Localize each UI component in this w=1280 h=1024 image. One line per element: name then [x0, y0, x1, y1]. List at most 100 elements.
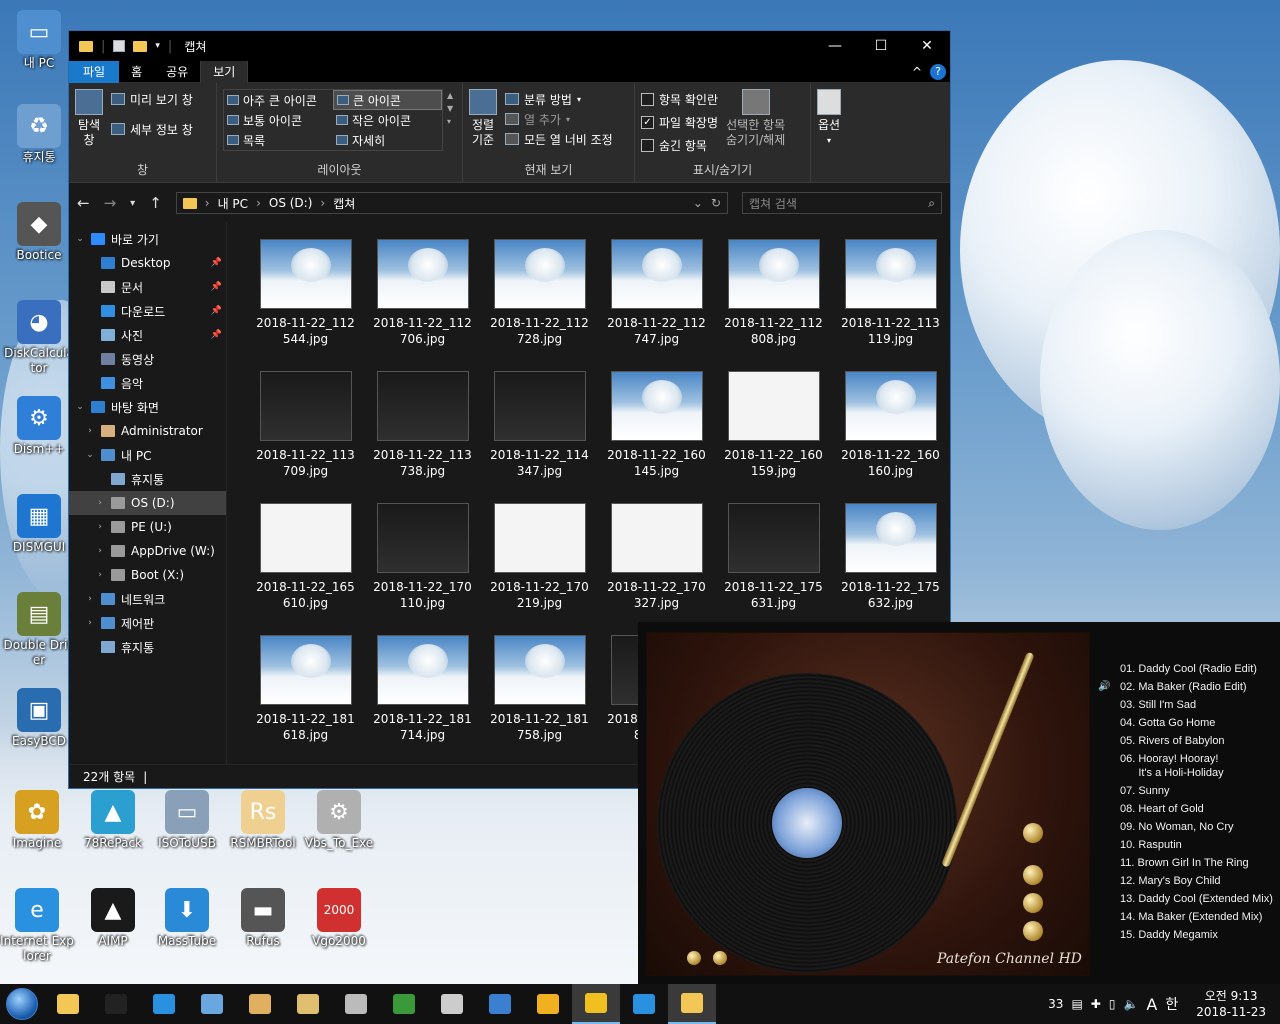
- chevron-down-icon[interactable]: ▾: [155, 41, 160, 51]
- file-item[interactable]: 2018-11-22_170219.jpg: [481, 503, 598, 635]
- chevron-right-icon[interactable]: ›: [95, 498, 105, 508]
- language-indicator[interactable]: A: [1146, 995, 1157, 1014]
- refresh-icon[interactable]: ↻: [711, 196, 721, 210]
- taskbar-button-screen[interactable]: [476, 984, 524, 1024]
- playlist-track[interactable]: 05. Rivers of Babylon: [1120, 732, 1276, 750]
- playlist-track[interactable]: 🔊 02. Ma Baker (Radio Edit): [1098, 678, 1276, 696]
- playlist-track[interactable]: 15. Daddy Megamix: [1120, 926, 1276, 944]
- taskbar-button-dism[interactable]: [380, 984, 428, 1024]
- playlist-track[interactable]: 09. No Woman, No Cry: [1120, 818, 1276, 836]
- item-checkbox-toggle[interactable]: 항목 확인란: [641, 89, 718, 109]
- volume-icon[interactable]: 🔈: [1123, 997, 1138, 1011]
- nav-item-문서[interactable]: 문서 📌: [69, 275, 226, 299]
- file-item[interactable]: 2018-11-22_160159.jpg: [715, 371, 832, 503]
- close-button[interactable]: ✕: [904, 31, 950, 61]
- chevron-down-icon[interactable]: ⌄: [85, 450, 95, 460]
- taskbar-button-bootice[interactable]: [332, 984, 380, 1024]
- playlist-track[interactable]: 03. Still I'm Sad: [1120, 696, 1276, 714]
- speed-knob-33[interactable]: [1023, 865, 1043, 885]
- power-knob[interactable]: [687, 951, 701, 965]
- nav-item-바탕-화면[interactable]: ⌄ 바탕 화면: [69, 395, 226, 419]
- title-bar[interactable]: | ▾ | 캡쳐 — ☐ ✕: [69, 31, 950, 61]
- address-bar[interactable]: › 내 PC › OS (D:) › 캡쳐 ⌄ ↻: [175, 192, 728, 214]
- breadcrumb-folder[interactable]: 캡쳐: [333, 195, 355, 212]
- usb-icon[interactable]: ▯: [1109, 997, 1116, 1011]
- desktop-icon-rufus[interactable]: ▬ Rufus: [226, 888, 300, 949]
- chevron-down-icon[interactable]: ⌄: [75, 402, 85, 412]
- add-column-button[interactable]: 열 추가 ▾: [505, 109, 613, 129]
- playlist-track[interactable]: 14. Ma Baker (Extended Mix): [1120, 908, 1276, 926]
- file-item[interactable]: 2018-11-22_175631.jpg: [715, 503, 832, 635]
- taskbar-button-player[interactable]: [572, 984, 620, 1024]
- extensions-checkbox[interactable]: ✓: [641, 115, 654, 129]
- options-button[interactable]: 옵션 ▾: [817, 89, 841, 148]
- security-icon[interactable]: ✚: [1091, 997, 1101, 1011]
- playlist-track[interactable]: 06. Hooray! Hooray! It's a Holi-Holiday: [1120, 750, 1276, 782]
- nav-item-사진[interactable]: 사진 📌: [69, 323, 226, 347]
- playlist-track[interactable]: 13. Daddy Cool (Extended Mix): [1120, 890, 1276, 908]
- file-item[interactable]: 2018-11-22_181758.jpg: [481, 635, 598, 767]
- preview-pane-button[interactable]: 미리 보기 창: [111, 89, 193, 109]
- layout-option-4[interactable]: 목록: [224, 130, 333, 150]
- taskbar-button-paint[interactable]: [236, 984, 284, 1024]
- speed-knob-78[interactable]: [1023, 921, 1043, 941]
- playlist-track[interactable]: 07. Sunny: [1120, 782, 1276, 800]
- volume-knob[interactable]: [1023, 823, 1043, 843]
- file-item[interactable]: 2018-11-22_175632.jpg: [832, 503, 949, 635]
- playlist-track[interactable]: 04. Gotta Go Home: [1120, 714, 1276, 732]
- playlist-track[interactable]: 11. Brown Girl In The Ring: [1120, 854, 1276, 872]
- tab-home[interactable]: 홈: [119, 61, 154, 83]
- taskbar-button-aimp[interactable]: [524, 984, 572, 1024]
- file-item[interactable]: 2018-11-22_160160.jpg: [832, 371, 949, 503]
- maximize-button[interactable]: ☐: [858, 31, 904, 61]
- chevron-right-icon[interactable]: ›: [95, 546, 105, 556]
- desktop-icon-double-driver[interactable]: ▤ Double Driver: [2, 592, 76, 668]
- taskbar-button-ie2[interactable]: [620, 984, 668, 1024]
- nav-item-다운로드[interactable]: 다운로드 📌: [69, 299, 226, 323]
- desktop-icon-78repack[interactable]: ▲ 78RePack: [76, 790, 150, 851]
- nav-item-제어판[interactable]: › 제어판: [69, 611, 226, 635]
- desktop-icon-dism[interactable]: ⚙ Dism++: [2, 396, 76, 457]
- file-item[interactable]: 2018-11-22_113709.jpg: [247, 371, 364, 503]
- taskbar-button-ie[interactable]: [140, 984, 188, 1024]
- file-item[interactable]: 2018-11-22_112808.jpg: [715, 239, 832, 371]
- nav-item-내-pc[interactable]: ⌄ 내 PC: [69, 443, 226, 467]
- tab-share[interactable]: 공유: [154, 61, 200, 83]
- start-button[interactable]: [0, 984, 44, 1024]
- ime-indicator[interactable]: 한: [1165, 994, 1178, 1014]
- desktop-icon-rsmbrtool[interactable]: Rs RSMBRTool: [226, 790, 300, 851]
- up-button[interactable]: ↑: [149, 194, 162, 212]
- file-item[interactable]: 2018-11-22_165610.jpg: [247, 503, 364, 635]
- file-item[interactable]: 2018-11-22_112706.jpg: [364, 239, 481, 371]
- nav-item-administrator[interactable]: › Administrator: [69, 419, 226, 443]
- properties-icon[interactable]: [113, 40, 126, 52]
- sort-by-button[interactable]: 정렬 기준: [469, 89, 497, 149]
- file-item[interactable]: 2018-11-22_113119.jpg: [832, 239, 949, 371]
- minimize-button[interactable]: —: [812, 31, 858, 61]
- breadcrumb-this-pc[interactable]: 내 PC: [218, 195, 248, 212]
- tonearm[interactable]: [941, 651, 1035, 868]
- desktop-icon-휴지통[interactable]: ♻ 휴지통: [2, 104, 76, 165]
- layout-option-3[interactable]: 작은 아이콘: [333, 110, 442, 130]
- nav-item-휴지통[interactable]: 휴지통: [69, 635, 226, 659]
- nav-item-pe-u[interactable]: › PE (U:): [69, 515, 226, 539]
- speed-knob-45[interactable]: [1023, 893, 1043, 913]
- desktop-icon-bootice[interactable]: ◆ Bootice: [2, 202, 76, 263]
- nav-item-os-d[interactable]: › OS (D:): [69, 491, 226, 515]
- layout-option-0[interactable]: 아주 큰 아이콘: [224, 90, 333, 110]
- nav-item-boot-x[interactable]: › Boot (X:): [69, 563, 226, 587]
- chevron-right-icon[interactable]: ›: [85, 618, 95, 628]
- file-item[interactable]: 2018-11-22_112728.jpg: [481, 239, 598, 371]
- extensions-toggle[interactable]: ✓ 파일 확장명: [641, 112, 718, 132]
- clock[interactable]: 오전 9:13 2018-11-23: [1196, 988, 1266, 1020]
- desktop-icon-internet-explorer[interactable]: e Internet Explorer: [0, 888, 74, 964]
- taskbar-button-rsmbr[interactable]: [284, 984, 332, 1024]
- desktop-icon-vgo2000[interactable]: 2000 Vgo2000: [302, 888, 376, 949]
- item-checkbox[interactable]: [641, 92, 654, 106]
- layout-option-2[interactable]: 보통 아이콘: [224, 110, 333, 130]
- hide-selected-button[interactable]: 선택한 항목 숨기기/해제: [726, 89, 785, 155]
- file-item[interactable]: 2018-11-22_112544.jpg: [247, 239, 364, 371]
- details-pane-button[interactable]: 세부 정보 창: [111, 119, 193, 139]
- recent-locations-button[interactable]: ▾: [130, 198, 135, 209]
- taskbar-button-explorer[interactable]: [44, 984, 92, 1024]
